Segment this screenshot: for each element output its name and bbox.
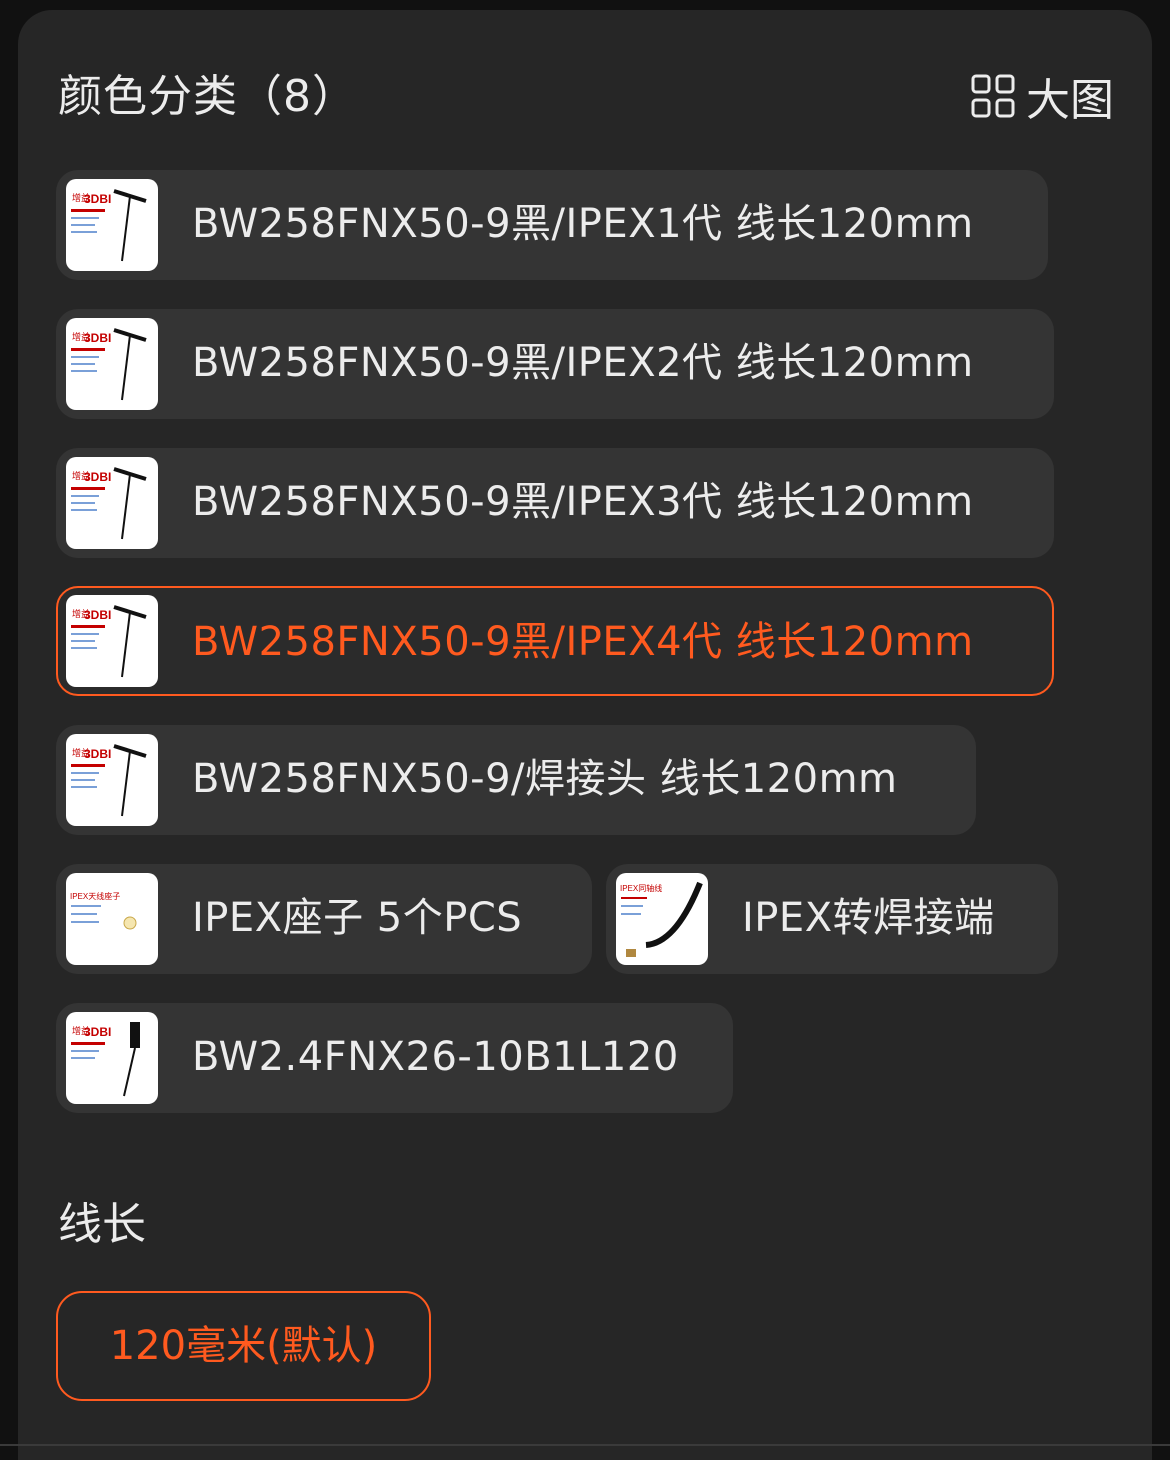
color-option-3[interactable]: 增益 3DBI BW258FNX50-9黑/IPEX3代 线长120mm: [56, 448, 1054, 558]
big-view-button[interactable]: 大图: [970, 64, 1114, 128]
product-thumbnail: 增益 3DBI: [66, 179, 158, 271]
option-label: BW258FNX50-9黑/IPEX2代 线长120mm: [192, 340, 974, 386]
option-label: BW258FNX50-9黑/IPEX3代 线长120mm: [192, 479, 974, 525]
color-option-5[interactable]: 增益 3DBI BW258FNX50-9/焊接头 线长120mm: [56, 725, 976, 835]
svg-text:3DBI: 3DBI: [84, 192, 111, 206]
length-section-title: 线长: [58, 1199, 146, 1250]
svg-text:IPEX天线座子: IPEX天线座子: [70, 891, 120, 901]
svg-text:IPEX同轴线: IPEX同轴线: [620, 883, 662, 893]
color-option-1[interactable]: 增益 3DBI BW258FNX50-9黑/IPEX1代 线长120mm: [56, 170, 1048, 280]
option-label: IPEX座子 5个PCS: [192, 895, 523, 941]
product-thumbnail: 增益 3DBI: [66, 595, 158, 687]
product-thumbnail: 增益 3DBI: [66, 457, 158, 549]
product-thumbnail: 增益 3DBI: [66, 318, 158, 410]
color-option-7[interactable]: IPEX同轴线 IPEX转焊接端: [606, 864, 1058, 974]
grid-icon: [971, 74, 1015, 118]
option-label: BW2.4FNX26-10B1L120: [192, 1034, 679, 1080]
product-thumbnail: 增益 3DBI: [66, 734, 158, 826]
color-option-4[interactable]: 增益 3DBI BW258FNX50-9黑/IPEX4代 线长120mm: [56, 586, 1054, 696]
option-label: BW258FNX50-9黑/IPEX4代 线长120mm: [192, 619, 974, 665]
svg-text:3DBI: 3DBI: [84, 608, 111, 622]
option-label: IPEX转焊接端: [742, 895, 995, 941]
product-thumbnail: 增益 3DBI: [66, 1012, 158, 1104]
option-label: BW258FNX50-9黑/IPEX1代 线长120mm: [192, 201, 974, 247]
color-option-8[interactable]: 增益 3DBI BW2.4FNX26-10B1L120: [56, 1003, 733, 1113]
big-view-label: 大图: [1026, 75, 1114, 126]
length-option-120mm[interactable]: 120毫米(默认): [56, 1291, 431, 1401]
color-option-2[interactable]: 增益 3DBI BW258FNX50-9黑/IPEX2代 线长120mm: [56, 309, 1054, 419]
svg-text:3DBI: 3DBI: [84, 747, 111, 761]
svg-text:3DBI: 3DBI: [84, 470, 111, 484]
product-thumbnail: IPEX同轴线: [616, 873, 708, 965]
color-option-6[interactable]: IPEX天线座子 IPEX座子 5个PCS: [56, 864, 592, 974]
divider: [0, 1444, 1170, 1446]
color-category-title: 颜色分类（8）: [58, 71, 357, 122]
svg-text:3DBI: 3DBI: [84, 1025, 111, 1039]
svg-text:3DBI: 3DBI: [84, 331, 111, 345]
product-thumbnail: IPEX天线座子: [66, 873, 158, 965]
option-label: BW258FNX50-9/焊接头 线长120mm: [192, 756, 898, 802]
